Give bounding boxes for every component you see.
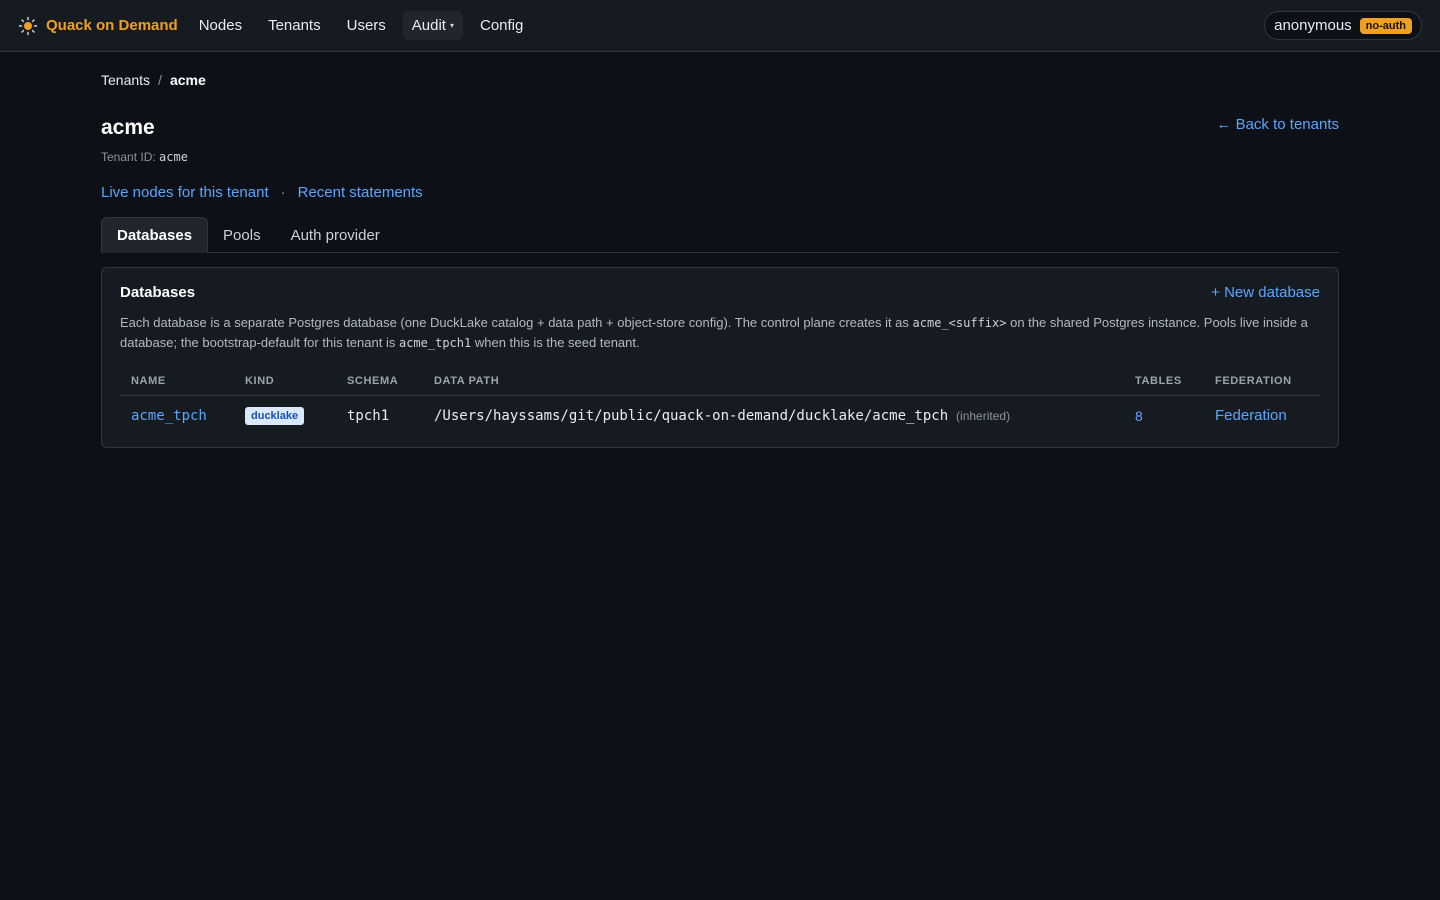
breadcrumb-tenants-link[interactable]: Tenants <box>101 72 150 88</box>
brand-logo-link[interactable]: Quack on Demand <box>18 16 178 36</box>
page-header: acme Tenant ID: acme ← Back to tenants <box>101 116 1339 172</box>
links-separator: · <box>280 184 286 201</box>
tenant-links: Live nodes for this tenant · Recent stat… <box>101 184 1339 201</box>
tab-auth-provider[interactable]: Auth provider <box>276 217 395 253</box>
column-header-federation: FEDERATION <box>1204 369 1320 396</box>
nav-item-nodes[interactable]: Nodes <box>190 11 251 40</box>
tenant-tabs: Databases Pools Auth provider <box>101 217 1339 253</box>
tab-pools[interactable]: Pools <box>208 217 276 253</box>
desc-text-1: Each database is a separate Postgres dat… <box>120 315 909 330</box>
top-nav-bar: Quack on Demand Nodes Tenants Users Audi… <box>0 0 1440 52</box>
breadcrumb-separator: / <box>158 72 162 88</box>
table-row: acme_tpch ducklake tpch1 /Users/hayssams… <box>120 396 1320 438</box>
tenant-id-label: Tenant ID: <box>101 150 156 164</box>
tenant-id-value: acme <box>159 150 188 164</box>
kind-badge: ducklake <box>245 407 305 425</box>
column-header-schema: SCHEMA <box>336 369 423 396</box>
column-header-data-path: DATA PATH <box>423 369 1124 396</box>
main-nav: Nodes Tenants Users Audit ▾ Config <box>190 11 537 40</box>
column-header-tables: TABLES <box>1124 369 1204 396</box>
desc-code-suffix: acme_<suffix> <box>912 316 1007 330</box>
databases-card: Databases + New database Each database i… <box>101 267 1339 448</box>
nav-item-audit-dropdown[interactable]: Audit ▾ <box>402 11 463 40</box>
desc-code-default: acme_tpch1 <box>398 336 472 350</box>
schema-value: tpch1 <box>347 408 390 424</box>
breadcrumb-current: acme <box>169 72 206 88</box>
auth-mode-badge: no-auth <box>1359 17 1412 34</box>
back-to-tenants-link[interactable]: ← Back to tenants <box>1216 116 1339 133</box>
desc-text-3: when this is the seed tenant. <box>474 335 640 350</box>
chevron-down-icon: ▾ <box>449 21 454 30</box>
tab-databases[interactable]: Databases <box>101 217 209 253</box>
tables-count-link[interactable]: 8 <box>1135 408 1143 424</box>
databases-description: Each database is a separate Postgres dat… <box>120 313 1320 353</box>
nav-item-audit-label: Audit <box>411 17 446 34</box>
card-title: Databases <box>120 284 196 301</box>
tenant-id: Tenant ID: acme <box>101 150 1339 164</box>
nav-item-users[interactable]: Users <box>338 11 395 40</box>
data-path-inherited-note: (inherited) <box>956 409 1011 423</box>
brand-name: Quack on Demand <box>46 17 178 34</box>
recent-statements-link[interactable]: Recent statements <box>298 184 423 201</box>
main-content: Tenants / acme acme Tenant ID: acme ← Ba… <box>101 52 1339 448</box>
live-nodes-link[interactable]: Live nodes for this tenant <box>101 184 269 201</box>
page-title: acme <box>101 116 155 139</box>
new-database-button[interactable]: + New database <box>1211 284 1320 301</box>
column-header-name: NAME <box>120 369 234 396</box>
sun-icon <box>18 16 38 36</box>
user-name: anonymous <box>1274 17 1352 34</box>
column-header-kind: KIND <box>234 369 336 396</box>
user-menu[interactable]: anonymous no-auth <box>1264 11 1422 40</box>
nav-item-tenants[interactable]: Tenants <box>259 11 330 40</box>
breadcrumb: Tenants / acme <box>101 72 1339 88</box>
table-header-row: NAME KIND SCHEMA DATA PATH TABLES FEDERA… <box>120 369 1320 396</box>
data-path-value: /Users/hayssams/git/public/quack-on-dema… <box>434 408 949 424</box>
database-name-link[interactable]: acme_tpch <box>131 408 207 424</box>
card-header: Databases + New database <box>120 284 1320 301</box>
nav-item-config[interactable]: Config <box>471 11 532 40</box>
federation-link[interactable]: Federation <box>1215 407 1287 424</box>
databases-table: NAME KIND SCHEMA DATA PATH TABLES FEDERA… <box>120 369 1320 437</box>
